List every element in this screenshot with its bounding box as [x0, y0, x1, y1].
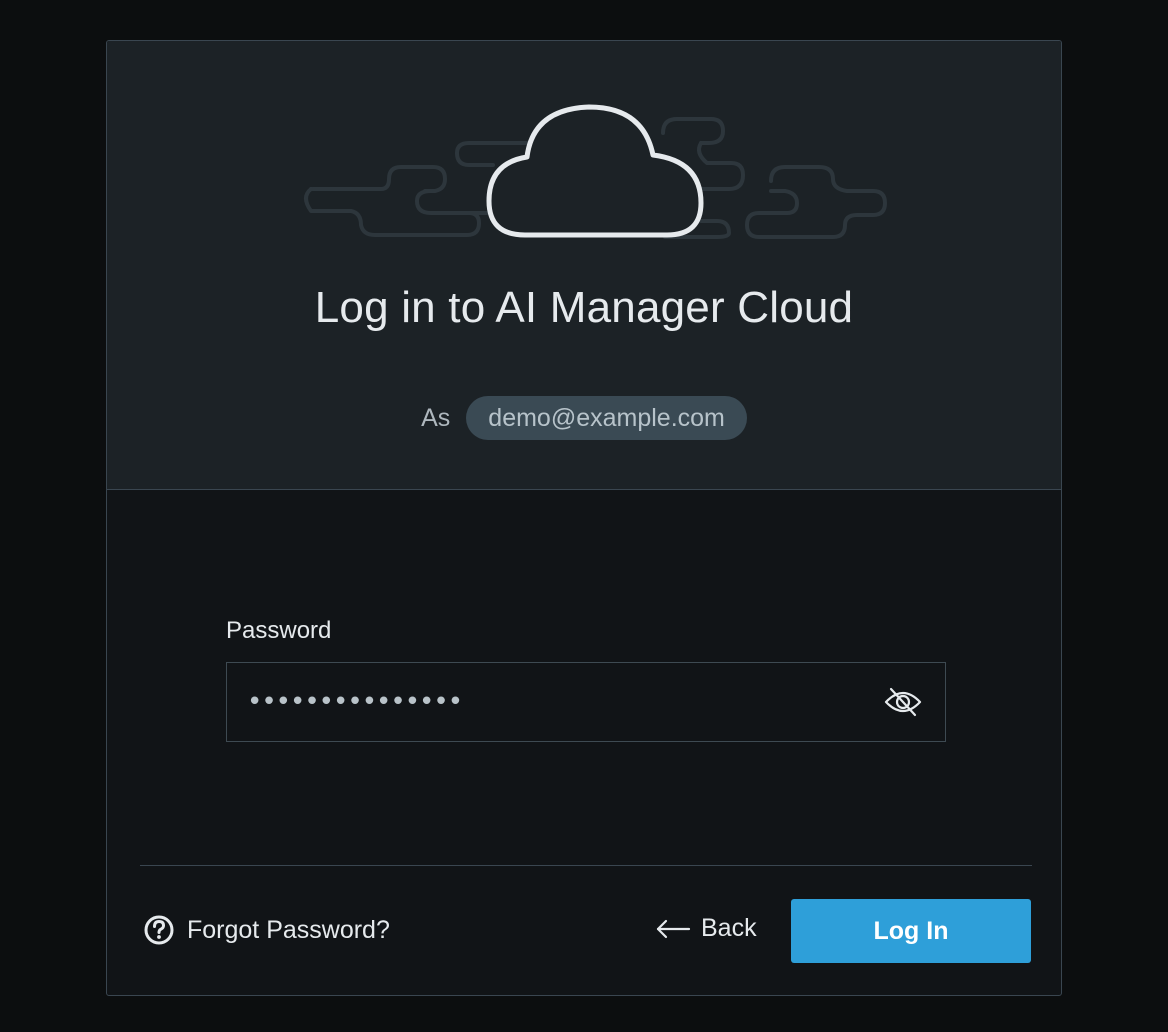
- password-label: Password: [226, 617, 332, 644]
- footer-divider: [140, 865, 1032, 866]
- as-label: As: [421, 403, 451, 432]
- log-in-button[interactable]: Log In: [791, 899, 1031, 963]
- password-input[interactable]: •••••••••••••••: [226, 662, 946, 742]
- dialog-title: Log in to AI Manager Cloud: [314, 283, 854, 332]
- account-row: As demo@example.com: [107, 396, 1061, 440]
- help-circle-icon: [144, 915, 174, 945]
- back-button[interactable]: Back: [655, 914, 757, 943]
- cloud-illustration: [304, 104, 887, 239]
- login-dialog: Log in to AI Manager Cloud As demo@examp…: [106, 40, 1062, 996]
- password-value: •••••••••••••••: [247, 687, 463, 717]
- account-email-chip: demo@example.com: [466, 396, 747, 440]
- arrow-left-icon: [656, 919, 691, 938]
- forgot-password-label: Forgot Password?: [187, 915, 390, 944]
- dialog-header: Log in to AI Manager Cloud As demo@examp…: [107, 41, 1061, 490]
- forgot-password-link[interactable]: Forgot Password?: [143, 914, 390, 946]
- eye-off-icon[interactable]: [883, 683, 923, 721]
- back-label: Back: [701, 914, 757, 942]
